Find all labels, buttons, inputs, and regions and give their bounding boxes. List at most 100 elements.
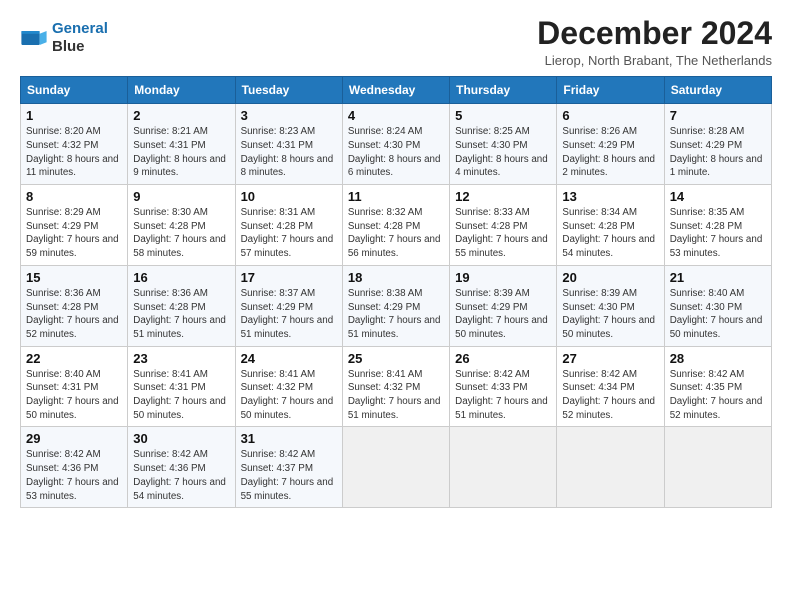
calendar-day-cell: 5Sunrise: 8:25 AM Sunset: 4:30 PM Daylig… xyxy=(450,104,557,185)
month-title: December 2024 xyxy=(537,16,772,51)
day-info: Sunrise: 8:36 AM Sunset: 4:28 PM Dayligh… xyxy=(133,287,229,342)
calendar-day-cell: 23Sunrise: 8:41 AM Sunset: 4:31 PM Dayli… xyxy=(128,346,235,427)
day-info: Sunrise: 8:37 AM Sunset: 4:29 PM Dayligh… xyxy=(241,287,337,342)
day-number: 25 xyxy=(348,351,444,366)
day-number: 29 xyxy=(26,431,122,446)
day-info: Sunrise: 8:25 AM Sunset: 4:30 PM Dayligh… xyxy=(455,125,551,180)
calendar-week-row: 29 Sunrise: 8:42 AM Sunset: 4:36 PM Dayli… xyxy=(21,427,772,508)
day-number: 14 xyxy=(670,189,766,204)
day-info: Sunrise: 8:21 AM Sunset: 4:31 PM Dayligh… xyxy=(133,125,229,180)
day-number: 10 xyxy=(241,189,337,204)
day-number: 17 xyxy=(241,270,337,285)
calendar-day-cell: 3Sunrise: 8:23 AM Sunset: 4:31 PM Daylig… xyxy=(235,104,342,185)
calendar-day-cell xyxy=(557,427,664,508)
day-info: Sunrise: 8:20 AM Sunset: 4:32 PM Dayligh… xyxy=(26,125,122,180)
day-info: Sunrise: 8:24 AM Sunset: 4:30 PM Dayligh… xyxy=(348,125,444,180)
subtitle: Lierop, North Brabant, The Netherlands xyxy=(537,53,772,68)
day-info: Sunrise: 8:35 AM Sunset: 4:28 PM Dayligh… xyxy=(670,206,766,261)
page-header: General Blue December 2024 Lierop, North… xyxy=(20,16,772,68)
logo-line1: General xyxy=(52,20,108,37)
day-info: Sunrise: 8:42 AM Sunset: 4:35 PM Dayligh… xyxy=(670,368,766,423)
day-info: Sunrise: 8:40 AM Sunset: 4:31 PM Dayligh… xyxy=(26,368,122,423)
weekday-header-cell: Friday xyxy=(557,77,664,104)
day-number: 6 xyxy=(562,108,658,123)
calendar-day-cell: 31 Sunrise: 8:42 AM Sunset: 4:37 PM Dayli… xyxy=(235,427,342,508)
calendar-day-cell: 10 Sunrise: 8:31 AM Sunset: 4:28 PM Dayli… xyxy=(235,185,342,266)
title-block: December 2024 Lierop, North Brabant, The… xyxy=(537,16,772,68)
logo: General Blue xyxy=(20,20,108,56)
calendar-day-cell: 1 Sunrise: 8:20 AM Sunset: 4:32 PM Daylig… xyxy=(21,104,128,185)
logo-icon xyxy=(20,24,48,52)
day-number: 18 xyxy=(348,270,444,285)
calendar-day-cell: 18 Sunrise: 8:38 AM Sunset: 4:29 PM Dayli… xyxy=(342,265,449,346)
day-info: Sunrise: 8:41 AM Sunset: 4:32 PM Dayligh… xyxy=(348,368,444,423)
calendar-day-cell: 11 Sunrise: 8:32 AM Sunset: 4:28 PM Dayli… xyxy=(342,185,449,266)
day-info: Sunrise: 8:42 AM Sunset: 4:37 PM Dayligh… xyxy=(241,448,337,503)
calendar-day-cell: 8 Sunrise: 8:29 AM Sunset: 4:29 PM Daylig… xyxy=(21,185,128,266)
day-number: 9 xyxy=(133,189,229,204)
calendar-day-cell: 14 Sunrise: 8:35 AM Sunset: 4:28 PM Dayli… xyxy=(664,185,771,266)
calendar-day-cell: 19 Sunrise: 8:39 AM Sunset: 4:29 PM Dayli… xyxy=(450,265,557,346)
day-info: Sunrise: 8:42 AM Sunset: 4:34 PM Dayligh… xyxy=(562,368,658,423)
day-number: 19 xyxy=(455,270,551,285)
day-number: 23 xyxy=(133,351,229,366)
weekday-header-cell: Thursday xyxy=(450,77,557,104)
weekday-header-row: SundayMondayTuesdayWednesdayThursdayFrid… xyxy=(21,77,772,104)
day-info: Sunrise: 8:33 AM Sunset: 4:28 PM Dayligh… xyxy=(455,206,551,261)
calendar-day-cell: 30 Sunrise: 8:42 AM Sunset: 4:36 PM Dayli… xyxy=(128,427,235,508)
day-info: Sunrise: 8:42 AM Sunset: 4:36 PM Dayligh… xyxy=(133,448,229,503)
calendar-day-cell: 24Sunrise: 8:41 AM Sunset: 4:32 PM Dayli… xyxy=(235,346,342,427)
day-number: 30 xyxy=(133,431,229,446)
calendar-day-cell: 28Sunrise: 8:42 AM Sunset: 4:35 PM Dayli… xyxy=(664,346,771,427)
calendar-day-cell: 2Sunrise: 8:21 AM Sunset: 4:31 PM Daylig… xyxy=(128,104,235,185)
weekday-header-cell: Sunday xyxy=(21,77,128,104)
calendar-week-row: 8 Sunrise: 8:29 AM Sunset: 4:29 PM Daylig… xyxy=(21,185,772,266)
day-info: Sunrise: 8:39 AM Sunset: 4:30 PM Dayligh… xyxy=(562,287,658,342)
calendar-day-cell xyxy=(342,427,449,508)
day-number: 7 xyxy=(670,108,766,123)
day-info: Sunrise: 8:39 AM Sunset: 4:29 PM Dayligh… xyxy=(455,287,551,342)
calendar-day-cell xyxy=(450,427,557,508)
calendar-day-cell: 9Sunrise: 8:30 AM Sunset: 4:28 PM Daylig… xyxy=(128,185,235,266)
calendar-week-row: 1 Sunrise: 8:20 AM Sunset: 4:32 PM Daylig… xyxy=(21,104,772,185)
day-number: 16 xyxy=(133,270,229,285)
calendar-week-row: 22 Sunrise: 8:40 AM Sunset: 4:31 PM Dayli… xyxy=(21,346,772,427)
weekday-header-cell: Wednesday xyxy=(342,77,449,104)
calendar-day-cell: 25 Sunrise: 8:41 AM Sunset: 4:32 PM Dayli… xyxy=(342,346,449,427)
day-number: 13 xyxy=(562,189,658,204)
calendar-week-row: 15 Sunrise: 8:36 AM Sunset: 4:28 PM Dayli… xyxy=(21,265,772,346)
day-number: 11 xyxy=(348,189,444,204)
day-number: 22 xyxy=(26,351,122,366)
day-number: 20 xyxy=(562,270,658,285)
day-info: Sunrise: 8:40 AM Sunset: 4:30 PM Dayligh… xyxy=(670,287,766,342)
day-number: 31 xyxy=(241,431,337,446)
day-number: 4 xyxy=(348,108,444,123)
day-info: Sunrise: 8:42 AM Sunset: 4:36 PM Dayligh… xyxy=(26,448,122,503)
calendar-day-cell: 15Sunrise: 8:36 AM Sunset: 4:28 PM Dayli… xyxy=(21,265,128,346)
calendar-day-cell: 21 Sunrise: 8:40 AM Sunset: 4:30 PM Dayli… xyxy=(664,265,771,346)
day-number: 8 xyxy=(26,189,122,204)
calendar-day-cell: 27Sunrise: 8:42 AM Sunset: 4:34 PM Dayli… xyxy=(557,346,664,427)
day-info: Sunrise: 8:42 AM Sunset: 4:33 PM Dayligh… xyxy=(455,368,551,423)
calendar-day-cell: 22 Sunrise: 8:40 AM Sunset: 4:31 PM Dayli… xyxy=(21,346,128,427)
day-number: 1 xyxy=(26,108,122,123)
weekday-header-cell: Saturday xyxy=(664,77,771,104)
day-info: Sunrise: 8:23 AM Sunset: 4:31 PM Dayligh… xyxy=(241,125,337,180)
day-number: 12 xyxy=(455,189,551,204)
weekday-header-cell: Tuesday xyxy=(235,77,342,104)
day-info: Sunrise: 8:26 AM Sunset: 4:29 PM Dayligh… xyxy=(562,125,658,180)
day-info: Sunrise: 8:31 AM Sunset: 4:28 PM Dayligh… xyxy=(241,206,337,261)
day-info: Sunrise: 8:28 AM Sunset: 4:29 PM Dayligh… xyxy=(670,125,766,180)
day-info: Sunrise: 8:38 AM Sunset: 4:29 PM Dayligh… xyxy=(348,287,444,342)
calendar-day-cell: 29 Sunrise: 8:42 AM Sunset: 4:36 PM Dayli… xyxy=(21,427,128,508)
calendar-day-cell: 7 Sunrise: 8:28 AM Sunset: 4:29 PM Daylig… xyxy=(664,104,771,185)
day-info: Sunrise: 8:29 AM Sunset: 4:29 PM Dayligh… xyxy=(26,206,122,261)
calendar-day-cell xyxy=(664,427,771,508)
weekday-header-cell: Monday xyxy=(128,77,235,104)
calendar-body: 1 Sunrise: 8:20 AM Sunset: 4:32 PM Daylig… xyxy=(21,104,772,508)
day-info: Sunrise: 8:32 AM Sunset: 4:28 PM Dayligh… xyxy=(348,206,444,261)
day-number: 15 xyxy=(26,270,122,285)
day-info: Sunrise: 8:41 AM Sunset: 4:32 PM Dayligh… xyxy=(241,368,337,423)
day-number: 21 xyxy=(670,270,766,285)
day-number: 26 xyxy=(455,351,551,366)
